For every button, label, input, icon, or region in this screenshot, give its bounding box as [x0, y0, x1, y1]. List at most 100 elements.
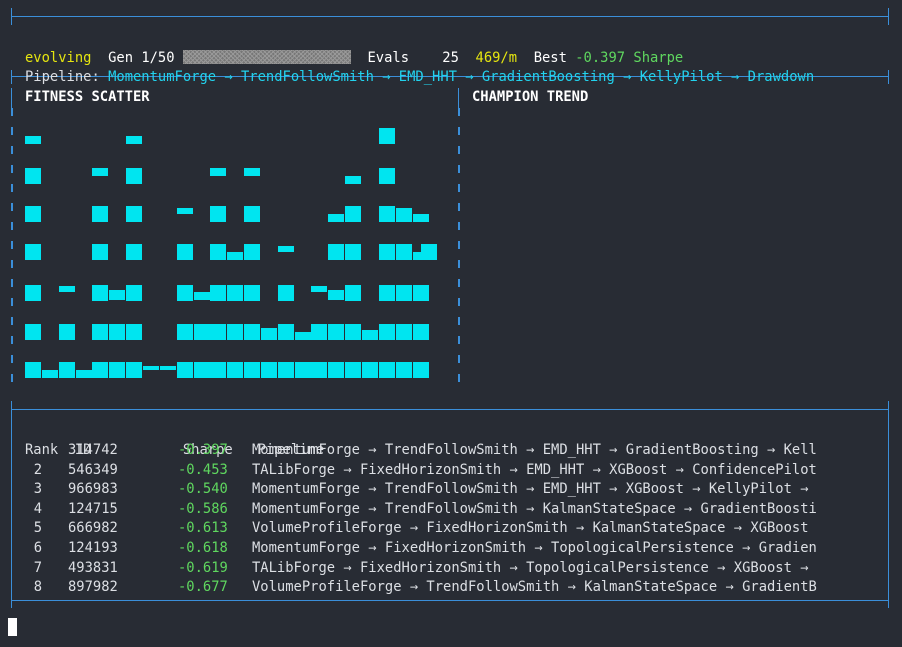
scatter-cell: [126, 324, 142, 340]
row-rank: 7: [33, 559, 42, 576]
scatter-cell: [59, 286, 75, 292]
scatter-cell: [328, 290, 344, 300]
scatter-frame-tick: [11, 165, 13, 173]
row-sharpe: -0.677: [178, 579, 228, 596]
scatter-cell: [396, 208, 412, 222]
pipeline-value: MomentumForge → TrendFollowSmith → EMD_H…: [108, 69, 815, 85]
scatter-cell: [278, 362, 294, 378]
panels-left-border: [11, 88, 12, 108]
scatter-cell: [345, 176, 361, 184]
scatter-cell: [413, 324, 429, 340]
scatter-cell: [210, 285, 226, 301]
row-sharpe: -0.586: [178, 500, 228, 517]
scatter-cell: [59, 324, 75, 340]
scatter-cell: [109, 324, 125, 340]
scatter-cell: [328, 362, 344, 378]
scatter-cell: [413, 214, 429, 222]
scatter-cell: [194, 292, 210, 300]
scatter-cell: [396, 285, 412, 301]
row-id: 314742: [68, 442, 118, 458]
scatter-cell: [126, 168, 142, 184]
scatter-frame-tick: [458, 260, 460, 268]
scatter-cell: [379, 206, 395, 222]
status-box-left-border: [11, 8, 12, 25]
row-id: 666982: [68, 520, 118, 537]
scatter-cell: [311, 362, 327, 378]
scatter-cell: [227, 362, 243, 378]
scatter-cell: [210, 324, 226, 340]
row-sharpe: -0.397: [178, 442, 228, 458]
scatter-frame-tick: [458, 279, 460, 287]
scatter-cell: [25, 324, 41, 340]
scatter-frame-tick: [11, 374, 13, 382]
scatter-cell: [42, 370, 58, 378]
row-id: 966983: [68, 481, 118, 498]
scatter-cell: [210, 206, 226, 222]
scatter-cell: [362, 362, 378, 378]
terminal-cursor: [8, 618, 17, 636]
row-pipeline: VolumeProfileForge → TrendFollowSmith → …: [252, 579, 817, 596]
scatter-cell: [76, 370, 92, 378]
scatter-cell: [109, 362, 125, 378]
row-sharpe: -0.613: [178, 520, 228, 537]
scatter-cell: [126, 206, 142, 222]
scatter-cell: [421, 244, 437, 260]
scatter-cell: [210, 244, 226, 260]
row-sharpe: -0.619: [178, 559, 228, 576]
scatter-frame-tick: [11, 336, 13, 344]
scatter-cell: [345, 244, 361, 260]
scatter-frame-tick: [11, 260, 13, 268]
row-id: 493831: [68, 559, 118, 576]
scatter-cell: [244, 244, 260, 260]
scatter-cell: [109, 290, 125, 300]
scatter-frame-tick: [458, 374, 460, 382]
row-pipeline: MomentumForge → TrendFollowSmith → EMD_H…: [252, 442, 817, 458]
scatter-cell: [92, 168, 108, 176]
scatter-cell: [25, 362, 41, 378]
row-rank: 4: [33, 500, 42, 517]
scatter-cell: [261, 328, 277, 340]
scatter-cell: [295, 362, 311, 378]
scatter-frame-tick: [458, 108, 460, 116]
scatter-frame-tick: [458, 146, 460, 154]
row-rank: 8: [33, 579, 42, 596]
scatter-cell: [227, 252, 243, 260]
scatter-cell: [210, 168, 226, 176]
pipeline-line: Pipeline: MomentumForge → TrendFollowSmi…: [25, 49, 814, 87]
scatter-cell: [25, 244, 41, 260]
scatter-frame-tick: [458, 165, 460, 173]
scatter-cell: [345, 324, 361, 340]
scatter-frame-tick: [458, 317, 460, 325]
scatter-cell: [92, 244, 108, 260]
scatter-cell: [396, 362, 412, 378]
table-box-top-border: [11, 409, 889, 410]
scatter-frame-tick: [458, 222, 460, 230]
row-rank: 3: [33, 481, 42, 498]
scatter-cell: [311, 324, 327, 340]
scatter-frame-tick: [11, 108, 13, 116]
row-sharpe: -0.618: [178, 540, 228, 556]
scatter-cell: [126, 362, 142, 378]
scatter-cell: [328, 214, 344, 222]
scatter-frame-tick: [11, 127, 13, 135]
row-id: 897982: [68, 579, 118, 596]
scatter-cell: [92, 285, 108, 301]
scatter-frame-tick: [11, 241, 13, 249]
scatter-cell: [177, 208, 193, 214]
scatter-cell: [194, 324, 210, 340]
table-box-right-border: [888, 401, 889, 608]
scatter-frame-tick: [458, 298, 460, 306]
scatter-cell: [227, 285, 243, 301]
scatter-cell: [362, 330, 378, 340]
scatter-title: FITNESS SCATTER: [25, 89, 150, 105]
row-pipeline: TALibForge → FixedHorizonSmith → Topolog…: [252, 559, 809, 576]
row-id: 124193: [68, 540, 118, 556]
scatter-cell: [92, 362, 108, 378]
scatter-frame-tick: [11, 317, 13, 325]
row-pipeline: MomentumForge → TrendFollowSmith → Kalma…: [252, 500, 817, 517]
scatter-cell: [379, 362, 395, 378]
scatter-cell: [379, 128, 395, 144]
row-rank: 5: [33, 520, 42, 537]
scatter-frame-tick: [11, 146, 13, 154]
row-id: 546349: [68, 461, 118, 478]
